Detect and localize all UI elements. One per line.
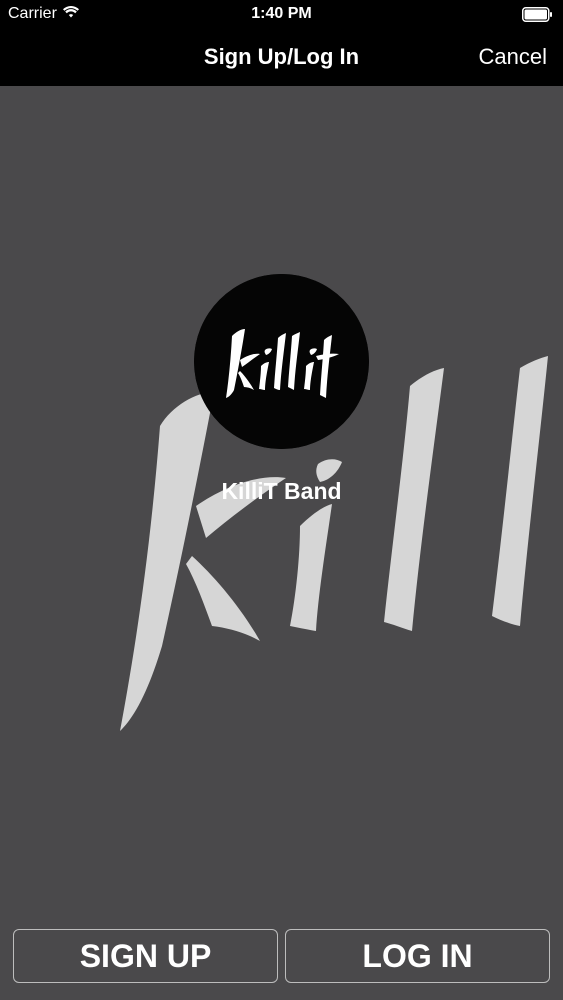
main-content: KilliT Band SIGN UP LOG IN [0, 86, 563, 1000]
band-name-label: KilliT Band [221, 478, 342, 504]
band-avatar [194, 274, 369, 449]
signup-login-screen: Carrier 1:40 PM Sign Up/Log In Cancel Ki… [0, 0, 563, 1000]
navigation-bar: Sign Up/Log In Cancel [0, 30, 563, 86]
cancel-button[interactable]: Cancel [479, 44, 547, 70]
battery-icon [522, 7, 553, 22]
status-bar: Carrier 1:40 PM [0, 0, 563, 30]
log-in-button[interactable]: LOG IN [285, 929, 550, 983]
killit-logo-image [194, 274, 369, 449]
status-time: 1:40 PM [251, 5, 312, 22]
watermark-logo-image [120, 356, 548, 731]
sign-up-button[interactable]: SIGN UP [13, 929, 278, 983]
